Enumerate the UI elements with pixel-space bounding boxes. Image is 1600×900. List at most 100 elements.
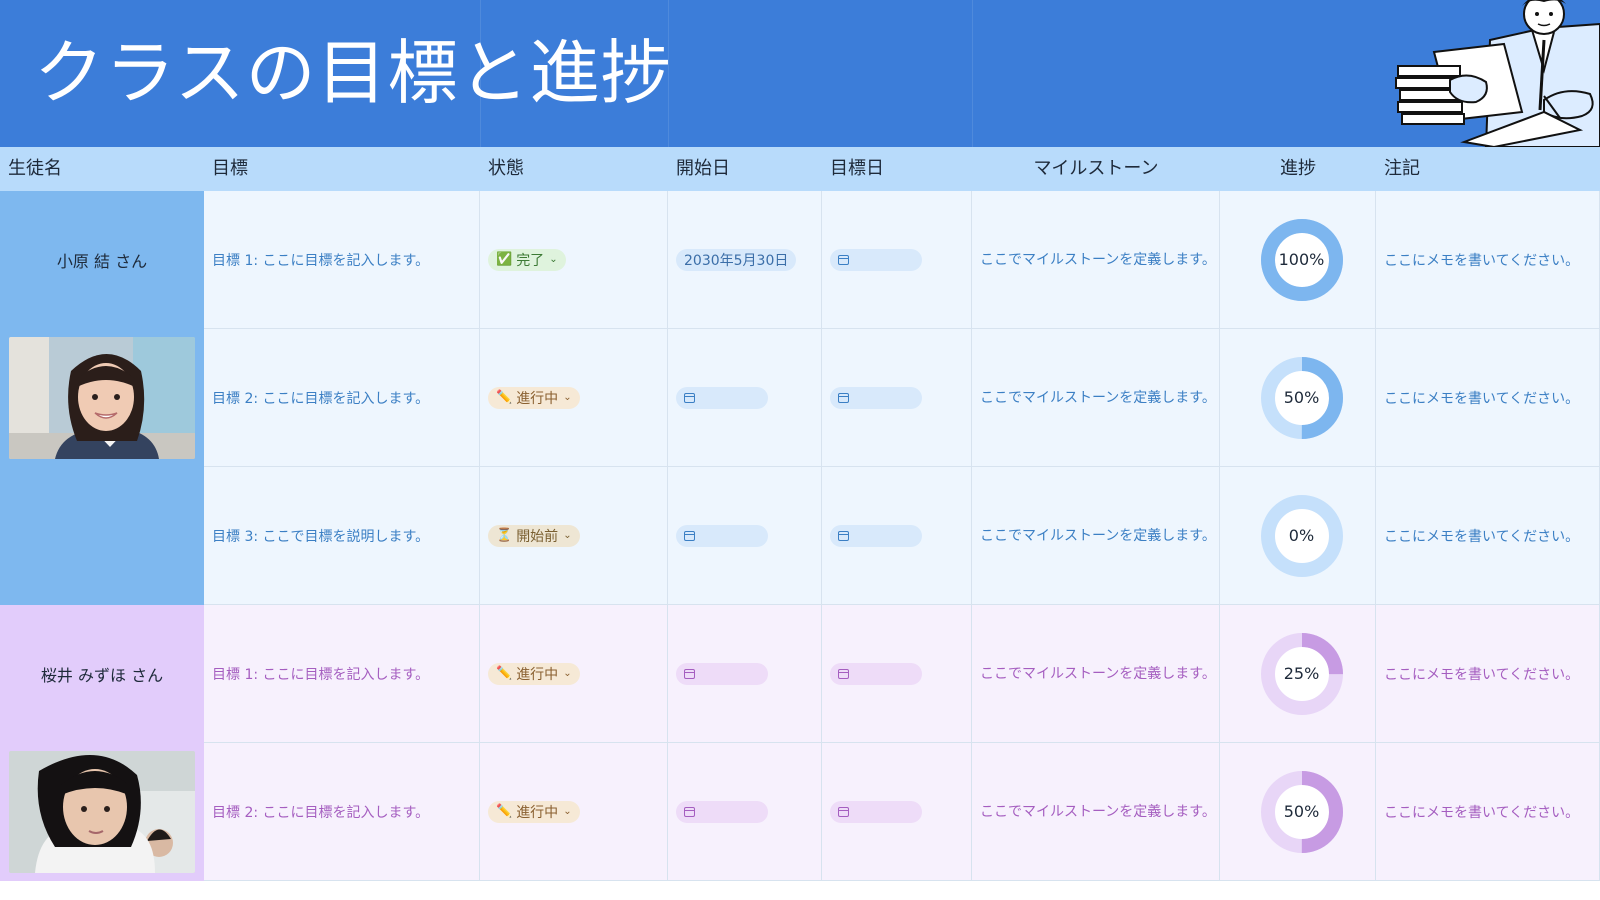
column-header-start-date[interactable]: 開始日 [668, 147, 822, 191]
start-date-cell[interactable] [668, 467, 822, 605]
target-date-cell[interactable] [822, 605, 972, 743]
start-date-field[interactable]: 2030年5月30日 [676, 248, 797, 271]
goal-cell[interactable]: 目標 2: ここに目標を記入します。 [204, 743, 480, 881]
column-header-notes[interactable]: 注記 [1376, 147, 1600, 191]
notes-cell[interactable]: ここにメモを書いてください。 [1376, 605, 1600, 743]
progress-donut-chart: 0% [1259, 493, 1345, 579]
target-date-field[interactable] [830, 800, 922, 823]
status-cell[interactable]: ✏️ 進行中 ⌄ [480, 605, 668, 743]
status-dropdown[interactable]: ✏️ 進行中 ⌄ [488, 662, 580, 685]
target-date-cell[interactable] [822, 329, 972, 467]
status-cell[interactable]: ⏳ 開始前 ⌄ [480, 467, 668, 605]
column-header-student[interactable]: 生徒名 [0, 147, 204, 191]
status-dropdown[interactable]: ✏️ 進行中 ⌄ [488, 800, 580, 823]
target-date-field[interactable] [830, 662, 922, 685]
status-label: 進行中 [516, 666, 559, 683]
start-date-cell[interactable]: 2030年5月30日 [668, 191, 822, 329]
progress-label: 100% [1278, 250, 1325, 269]
goal-text: 目標 1: ここに目標を記入します。 [212, 252, 430, 269]
target-date-cell[interactable] [822, 191, 972, 329]
milestone-cell[interactable]: ここでマイルストーンを定義します。 [972, 467, 1220, 605]
progress-cell: 50% [1220, 743, 1376, 881]
status-label: 進行中 [516, 804, 559, 821]
progress-cell: 0% [1220, 467, 1376, 605]
milestone-cell[interactable]: ここでマイルストーンを定義します。 [972, 329, 1220, 467]
chevron-down-icon: ⌄ [563, 806, 572, 817]
target-date-field[interactable] [830, 386, 922, 409]
notes-cell[interactable]: ここにメモを書いてください。 [1376, 743, 1600, 881]
milestone-cell[interactable]: ここでマイルストーンを定義します。 [972, 605, 1220, 743]
pencil-icon: ✏️ [496, 666, 513, 681]
student-photo [9, 751, 195, 873]
progress-cell: 100% [1220, 191, 1376, 329]
milestone-text: ここでマイルストーンを定義します。 [980, 803, 1216, 820]
start-date-field[interactable] [676, 800, 768, 823]
progress-label: 0% [1288, 526, 1315, 545]
note-text: ここにメモを書いてください。 [1384, 390, 1580, 407]
teacher-reading-papers-illustration [1395, 0, 1600, 147]
goal-cell[interactable]: 目標 1: ここに目標を記入します。 [204, 605, 480, 743]
start-date-field[interactable] [676, 386, 768, 409]
column-header-status[interactable]: 状態 [480, 147, 668, 191]
progress-cell: 50% [1220, 329, 1376, 467]
note-text: ここにメモを書いてください。 [1384, 666, 1580, 683]
start-date-cell[interactable] [668, 743, 822, 881]
milestone-text: ここでマイルストーンを定義します。 [980, 389, 1216, 406]
status-dropdown[interactable]: ✅ 完了 ⌄ [488, 248, 566, 271]
goal-cell[interactable]: 目標 2: ここに目標を記入します。 [204, 329, 480, 467]
calendar-icon [838, 254, 849, 265]
student-photo [9, 337, 195, 459]
status-label: 開始前 [516, 528, 559, 545]
status-dropdown[interactable]: ⏳ 開始前 ⌄ [488, 524, 580, 547]
column-header-target-date[interactable]: 目標日 [822, 147, 972, 191]
target-date-cell[interactable] [822, 743, 972, 881]
notes-cell[interactable]: ここにメモを書いてください。 [1376, 467, 1600, 605]
goal-text: 目標 1: ここに目標を記入します。 [212, 666, 430, 683]
goal-text: 目標 2: ここに目標を記入します。 [212, 804, 430, 821]
student-name-cell[interactable]: 桜井 みずほ さん [0, 605, 204, 743]
target-date-field[interactable] [830, 248, 922, 271]
column-header-goal[interactable]: 目標 [204, 147, 480, 191]
calendar-icon [684, 530, 695, 541]
goal-text: 目標 3: ここで目標を説明します。 [212, 528, 430, 545]
milestone-cell[interactable]: ここでマイルストーンを定義します。 [972, 743, 1220, 881]
start-date-cell[interactable] [668, 329, 822, 467]
chevron-down-icon: ⌄ [563, 530, 572, 541]
calendar-icon [684, 668, 695, 679]
notes-cell[interactable]: ここにメモを書いてください。 [1376, 329, 1600, 467]
calendar-icon [684, 392, 695, 403]
student-name-cell[interactable] [0, 329, 204, 467]
column-header-progress[interactable]: 進捗 [1220, 147, 1376, 191]
progress-donut-chart: 50% [1259, 769, 1345, 855]
calendar-icon [838, 668, 849, 679]
status-cell[interactable]: ✅ 完了 ⌄ [480, 191, 668, 329]
milestone-text: ここでマイルストーンを定義します。 [980, 251, 1216, 268]
notes-cell[interactable]: ここにメモを書いてください。 [1376, 191, 1600, 329]
student-name-cell[interactable] [0, 467, 204, 605]
status-cell[interactable]: ✏️ 進行中 ⌄ [480, 743, 668, 881]
status-cell[interactable]: ✏️ 進行中 ⌄ [480, 329, 668, 467]
student-name-cell[interactable] [0, 743, 204, 881]
milestone-cell[interactable]: ここでマイルストーンを定義します。 [972, 191, 1220, 329]
progress-label: 50% [1283, 388, 1320, 407]
progress-donut-chart: 100% [1259, 217, 1345, 303]
pencil-icon: ✏️ [496, 804, 513, 819]
milestone-text: ここでマイルストーンを定義します。 [980, 665, 1216, 682]
chevron-down-icon: ⌄ [563, 392, 572, 403]
calendar-icon [838, 530, 849, 541]
start-date-cell[interactable] [668, 605, 822, 743]
student-name-cell[interactable]: 小原 結 さん [0, 191, 204, 329]
calendar-icon [684, 806, 695, 817]
status-dropdown[interactable]: ✏️ 進行中 ⌄ [488, 386, 580, 409]
start-date-field[interactable] [676, 662, 768, 685]
note-text: ここにメモを書いてください。 [1384, 528, 1580, 545]
column-header-milestone[interactable]: マイルストーン [972, 147, 1220, 191]
progress-donut-chart: 50% [1259, 355, 1345, 441]
note-text: ここにメモを書いてください。 [1384, 804, 1580, 821]
target-date-field[interactable] [830, 524, 922, 547]
target-date-cell[interactable] [822, 467, 972, 605]
student-name: 桜井 みずほ さん [40, 666, 164, 685]
start-date-field[interactable] [676, 524, 768, 547]
goal-cell[interactable]: 目標 3: ここで目標を説明します。 [204, 467, 480, 605]
goal-cell[interactable]: 目標 1: ここに目標を記入します。 [204, 191, 480, 329]
